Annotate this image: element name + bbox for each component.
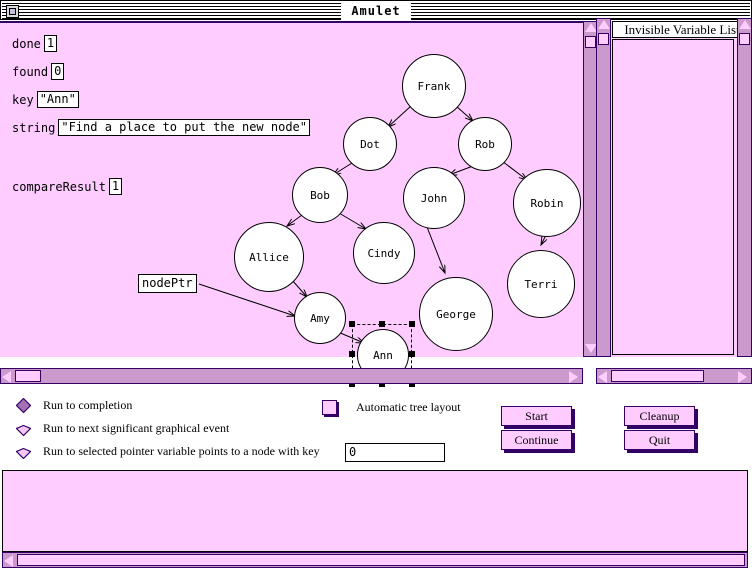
tree-node-terri[interactable]: Terri <box>507 250 575 318</box>
tree-node-cindy[interactable]: Cindy <box>353 222 415 284</box>
radio-run-to-next-graphical-event[interactable]: Run to next significant graphical event <box>16 421 229 436</box>
tree-node-frank[interactable]: Frank <box>402 54 466 118</box>
selection-handle-ne[interactable] <box>409 321 415 327</box>
diamond-unselected-icon[interactable] <box>16 421 31 436</box>
key-input[interactable]: 0 <box>345 443 445 462</box>
radio-label: Run to completion <box>43 398 133 412</box>
window-title-wrap: Amulet <box>1 1 751 21</box>
tree-node-label: Cindy <box>367 246 401 260</box>
radio-label: Run to selected pointer variable points … <box>43 444 320 458</box>
tree-node-allice[interactable]: Allice <box>234 222 304 292</box>
tree-node-label: John <box>420 191 448 205</box>
selection-handle-e[interactable] <box>409 351 415 357</box>
scroll-up-arrow-icon[interactable] <box>739 20 751 29</box>
right-vscroll-thumb-left[interactable] <box>598 33 609 45</box>
invisible-variable-list-body[interactable] <box>612 39 734 355</box>
scroll-right-arrow-icon[interactable] <box>738 371 747 383</box>
main-horizontal-scrollbar[interactable] <box>0 368 583 384</box>
automatic-tree-layout-checkbox[interactable] <box>322 400 337 415</box>
tree-node-label: Terri <box>524 277 558 291</box>
invisible-variable-list-title: Invisible Variable List <box>612 21 752 38</box>
tree-node-label: George <box>436 307 476 321</box>
tree-graphics-panel[interactable]: done 1 found 0 key "Ann" string "Find a … <box>0 21 583 387</box>
tree-node-label: Dot <box>360 137 380 151</box>
main-vscroll-thumb[interactable] <box>585 36 596 48</box>
radio-run-to-completion[interactable]: Run to completion <box>16 398 132 413</box>
start-button[interactable]: Start <box>501 406 572 426</box>
close-box-icon[interactable] <box>6 5 19 18</box>
output-panel[interactable] <box>2 470 748 552</box>
tree-node-label: Bob <box>310 188 330 202</box>
selection-handle-nw[interactable] <box>349 321 355 327</box>
control-panel: Run to completion Run to next significan… <box>0 388 752 468</box>
diamond-unselected-icon[interactable] <box>16 444 31 459</box>
continue-button[interactable]: Continue <box>501 430 572 450</box>
selection-handle-n[interactable] <box>379 321 385 327</box>
node-pointer-box[interactable]: nodePtr <box>138 274 197 293</box>
right-panel-vertical-scrollbar-left[interactable] <box>596 18 611 357</box>
tree-node-dot[interactable]: Dot <box>343 117 397 171</box>
scroll-left-arrow-icon[interactable] <box>4 555 13 567</box>
tree-node-label: Allice <box>249 250 289 264</box>
tree-node-label: Robin <box>530 196 564 210</box>
radio-label: Run to next significant graphical event <box>43 421 230 435</box>
scroll-right-arrow-icon[interactable] <box>569 371 578 383</box>
scroll-left-arrow-icon[interactable] <box>598 371 607 383</box>
radio-run-to-pointer-key[interactable]: Run to selected pointer variable points … <box>16 444 320 459</box>
tree-node-rob[interactable]: Rob <box>458 117 512 171</box>
tree-node-label: Amy <box>310 311 330 325</box>
tree-node-label: Frank <box>417 79 451 93</box>
diamond-selected-icon[interactable] <box>16 398 31 413</box>
right-vscroll-thumb-right[interactable] <box>739 33 750 45</box>
right-panel-vertical-scrollbar-right[interactable] <box>737 18 752 357</box>
right-panel-horizontal-scrollbar[interactable] <box>596 368 752 384</box>
selection-handle-w[interactable] <box>349 351 355 357</box>
scroll-up-arrow-icon[interactable] <box>598 20 610 29</box>
tree-node-robin[interactable]: Robin <box>513 169 581 237</box>
output-hscroll-thumb[interactable] <box>17 554 745 566</box>
output-panel-horizontal-scrollbar[interactable] <box>2 552 748 568</box>
tree-node-bob[interactable]: Bob <box>292 167 348 223</box>
main-hscroll-thumb[interactable] <box>15 370 41 382</box>
invisible-variable-list-panel: Invisible Variable List <box>596 21 752 357</box>
automatic-tree-layout-label: Automatic tree layout <box>356 400 461 414</box>
window-title-bar[interactable]: Amulet <box>0 0 752 20</box>
tree-node-label: Rob <box>475 137 495 151</box>
window-title: Amulet <box>341 2 411 20</box>
tree-node-john[interactable]: John <box>403 167 465 229</box>
scroll-left-arrow-icon[interactable] <box>2 371 11 383</box>
right-hscroll-thumb[interactable] <box>611 370 704 382</box>
cleanup-button[interactable]: Cleanup <box>624 406 695 426</box>
amulet-application-window: Amulet done 1 found 0 key "Ann" string "… <box>0 0 752 571</box>
quit-button[interactable]: Quit <box>624 430 695 450</box>
tree-node-george[interactable]: George <box>419 277 493 351</box>
tree-node-amy[interactable]: Amy <box>294 292 346 344</box>
